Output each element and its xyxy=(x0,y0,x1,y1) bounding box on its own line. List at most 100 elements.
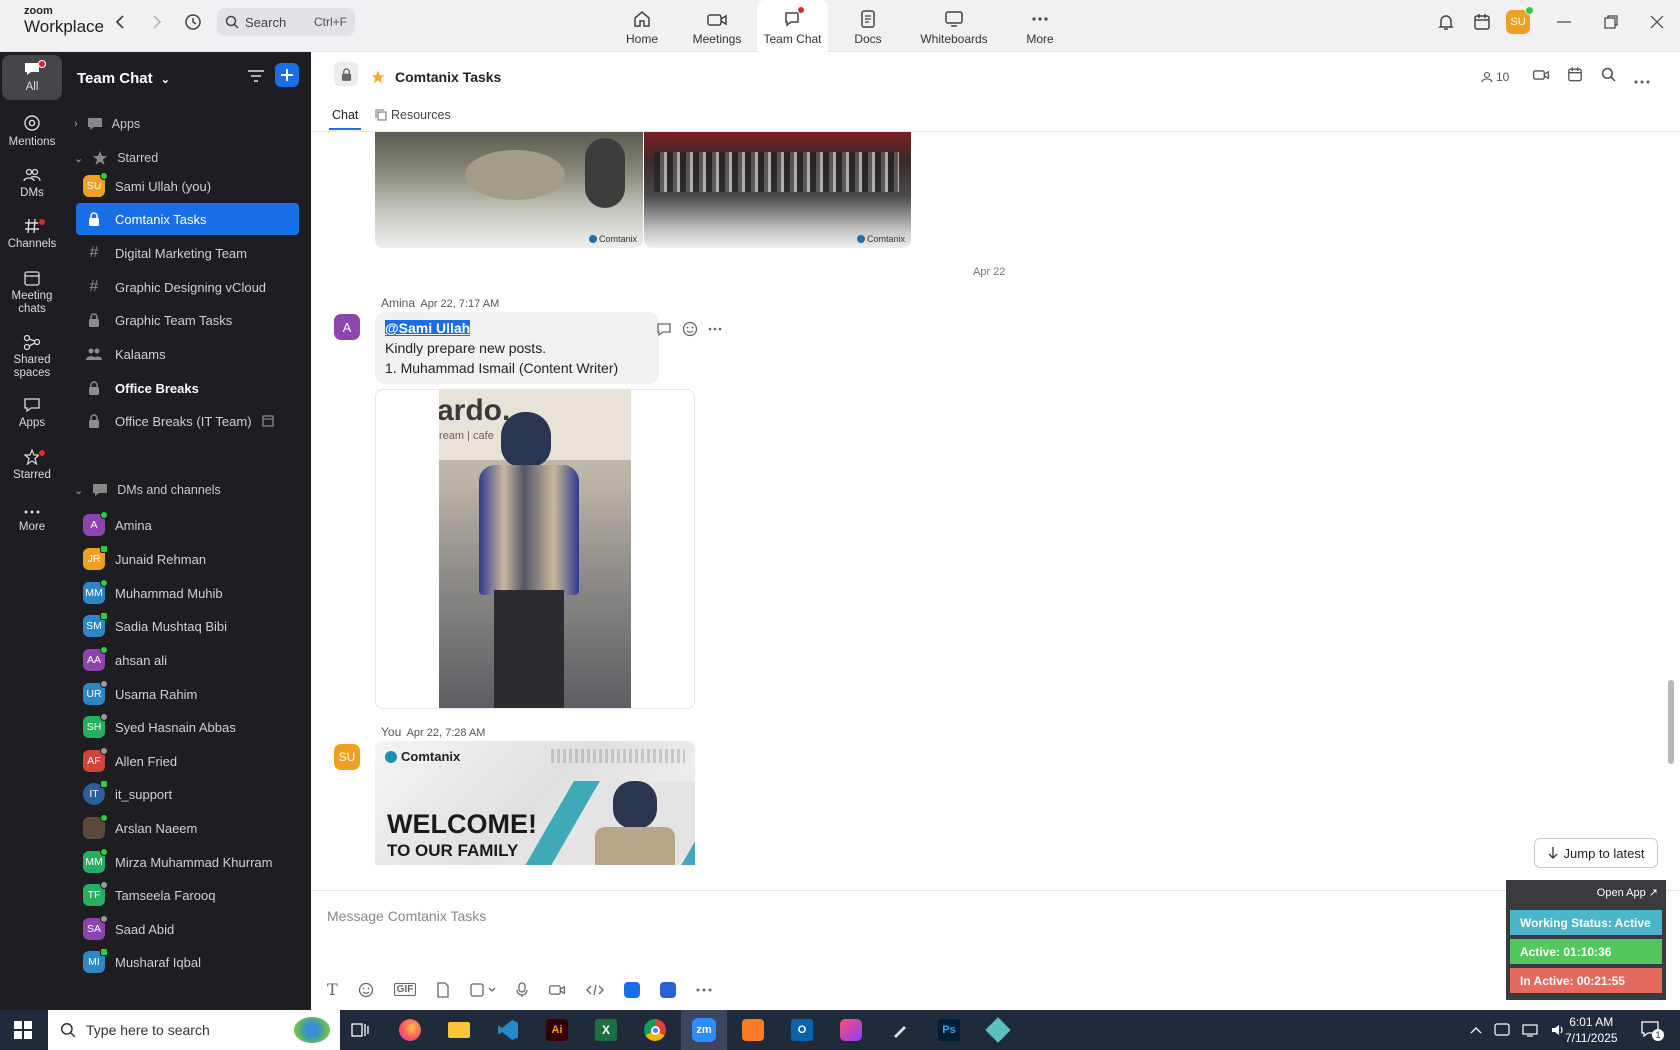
video-message-icon[interactable] xyxy=(548,983,566,997)
sidebar-item-dm[interactable]: MM Mirza Muhammad Khurram xyxy=(76,846,299,878)
sidebar-item-graphic-team-tasks[interactable]: Graphic Team Tasks xyxy=(76,304,299,336)
nav-tab-meetings[interactable]: Meetings xyxy=(688,0,746,52)
sidebar-item-dm[interactable]: JR Junaid Rehman xyxy=(76,543,299,575)
bell-icon[interactable] xyxy=(1432,8,1460,36)
chevron-up-icon[interactable] xyxy=(1470,1026,1482,1034)
restore-icon[interactable] xyxy=(1597,8,1625,36)
nav-tab-docs[interactable]: Docs xyxy=(850,0,886,52)
task-view-icon[interactable] xyxy=(337,1010,383,1050)
windows-start-icon[interactable] xyxy=(0,1010,46,1050)
section-apps[interactable]: › Apps xyxy=(74,116,140,132)
file-explorer-icon[interactable] xyxy=(436,1010,482,1050)
image-attachment[interactable]: ardo. ream | cafe xyxy=(375,389,695,709)
app-diamond-icon[interactable] xyxy=(975,1010,1021,1050)
sidebar-item-dm[interactable]: MM Muhammad Muhib xyxy=(76,577,299,609)
vscode-icon[interactable] xyxy=(485,1010,531,1050)
avatar[interactable]: SU xyxy=(334,744,360,770)
rail-item-all[interactable]: All xyxy=(2,55,62,100)
app-integration-icon[interactable] xyxy=(660,981,677,998)
zoom-icon[interactable]: zm xyxy=(681,1010,727,1050)
nav-tab-more[interactable]: More xyxy=(1024,0,1056,52)
new-chat-button[interactable] xyxy=(275,63,299,87)
sidebar-item-dm[interactable]: AA ahsan ali xyxy=(76,644,299,676)
code-icon[interactable] xyxy=(586,983,605,997)
file-icon[interactable] xyxy=(436,981,450,998)
calendar-icon[interactable] xyxy=(1567,66,1583,86)
open-app-link[interactable]: Open App ↗ xyxy=(1597,886,1658,899)
star-icon[interactable] xyxy=(370,69,386,88)
avatar[interactable]: A xyxy=(334,314,360,340)
rail-item-dms[interactable]: DMs xyxy=(2,167,62,200)
user-avatar[interactable]: SU xyxy=(1506,6,1534,34)
message-composer[interactable]: Message Comtanix Tasks T GIF xyxy=(311,890,1680,1010)
minimize-icon[interactable] xyxy=(1550,8,1578,36)
more-dots-icon[interactable] xyxy=(696,988,712,992)
emoji-icon[interactable] xyxy=(682,321,698,337)
rail-item-channels[interactable]: Channels xyxy=(2,218,62,251)
clock[interactable]: 6:01 AM 7/11/2025 xyxy=(1565,1014,1618,1046)
jump-to-latest-button[interactable]: Jump to latest xyxy=(1534,838,1658,868)
sidebar-item-office-breaks-it-team[interactable]: Office Breaks (IT Team) xyxy=(76,405,299,437)
shared-photo[interactable]: Comtanix xyxy=(375,132,643,248)
volume-icon[interactable] xyxy=(1550,1022,1566,1038)
sidebar-item-dm[interactable]: AF Allen Fried xyxy=(76,745,299,777)
sidebar-item-dm[interactable]: TF Tamseela Farooq xyxy=(76,879,299,911)
sidebar-item-dm[interactable]: SM Sadia Mushtaq Bibi xyxy=(76,610,299,642)
creative-cloud-icon[interactable] xyxy=(828,1010,874,1050)
emoji-icon[interactable] xyxy=(358,982,374,998)
sidebar-item-dm[interactable]: SH Syed Hasnain Abbas xyxy=(76,711,299,743)
scrollbar-thumb[interactable] xyxy=(1668,680,1674,764)
sidebar-item-kalaams[interactable]: Kalaams xyxy=(76,338,299,370)
sidebar-item-digital-marketing-team[interactable]: # Digital Marketing Team xyxy=(76,237,299,269)
shared-photo[interactable]: Comtanix xyxy=(644,132,911,248)
nav-tab-team-chat[interactable]: Team Chat xyxy=(757,0,828,52)
more-options-icon[interactable] xyxy=(708,327,722,331)
search-icon[interactable] xyxy=(1601,67,1616,85)
tab-resources[interactable]: Resources xyxy=(375,108,451,122)
sidebar-title[interactable]: Team Chat ⌄ xyxy=(77,70,170,87)
text-format-icon[interactable]: T xyxy=(327,980,338,999)
mention-link[interactable]: @Sami Ullah xyxy=(385,320,471,336)
sidebar-item-dm[interactable]: MI Musharaf Iqbal xyxy=(76,946,299,978)
sidebar-item-dm[interactable]: IT it_support xyxy=(76,778,299,810)
sidebar-item-comtanix-tasks[interactable]: Comtanix Tasks xyxy=(76,203,299,235)
microphone-icon[interactable] xyxy=(516,981,528,998)
photoshop-icon[interactable]: Ps xyxy=(926,1010,972,1050)
members-button[interactable]: 10 xyxy=(1481,70,1509,84)
back-arrow-icon[interactable] xyxy=(106,8,134,36)
sidebar-item-office-breaks[interactable]: Office Breaks xyxy=(76,372,299,404)
app-integration-icon[interactable] xyxy=(624,981,641,998)
rail-item-apps[interactable]: Apps xyxy=(2,397,62,430)
forward-arrow-icon[interactable] xyxy=(143,8,171,36)
tab-chat[interactable]: Chat xyxy=(332,108,358,122)
rail-item-starred[interactable]: Starred xyxy=(2,449,62,482)
filter-icon[interactable] xyxy=(247,68,265,87)
illustrator-icon[interactable]: Ai xyxy=(534,1010,580,1050)
section-starred[interactable]: ⌄ Starred xyxy=(74,150,158,166)
xampp-icon[interactable] xyxy=(730,1010,776,1050)
reply-icon[interactable] xyxy=(656,321,672,337)
tray-app-icon[interactable] xyxy=(1494,1022,1510,1038)
outlook-icon[interactable]: O xyxy=(779,1010,825,1050)
sidebar-item-dm[interactable]: UR Usama Rahim xyxy=(76,678,299,710)
close-icon[interactable] xyxy=(1643,8,1671,36)
sidebar-item-dm[interactable]: Arslan Naeem xyxy=(76,812,299,844)
rail-item-shared-spaces[interactable]: Shared spaces xyxy=(2,334,62,379)
section-dms-and-channels[interactable]: ⌄ DMs and channels xyxy=(74,482,221,498)
gif-icon[interactable]: GIF xyxy=(393,983,417,996)
firefox-icon[interactable] xyxy=(387,1010,433,1050)
rail-item-meeting-chats[interactable]: Meeting chats xyxy=(2,270,62,315)
rail-item-mentions[interactable]: Mentions xyxy=(2,114,62,149)
pen-tool-icon[interactable] xyxy=(877,1010,923,1050)
message-author[interactable]: Amina xyxy=(381,296,415,310)
composer-placeholder[interactable]: Message Comtanix Tasks xyxy=(327,908,486,924)
network-icon[interactable] xyxy=(1522,1022,1538,1038)
calendar-icon[interactable] xyxy=(1468,8,1496,36)
rail-item-more[interactable]: More xyxy=(2,507,62,534)
screenshot-icon[interactable] xyxy=(470,982,496,998)
welcome-card-image[interactable]: Comtanix WELCOME! TO OUR FAMILY xyxy=(375,741,695,865)
taskbar-search[interactable]: Type here to search xyxy=(48,1010,340,1050)
sidebar-item-dm[interactable]: A Amina xyxy=(76,509,299,541)
more-options-icon[interactable] xyxy=(1634,72,1650,87)
nav-tab-home[interactable]: Home xyxy=(620,0,664,52)
